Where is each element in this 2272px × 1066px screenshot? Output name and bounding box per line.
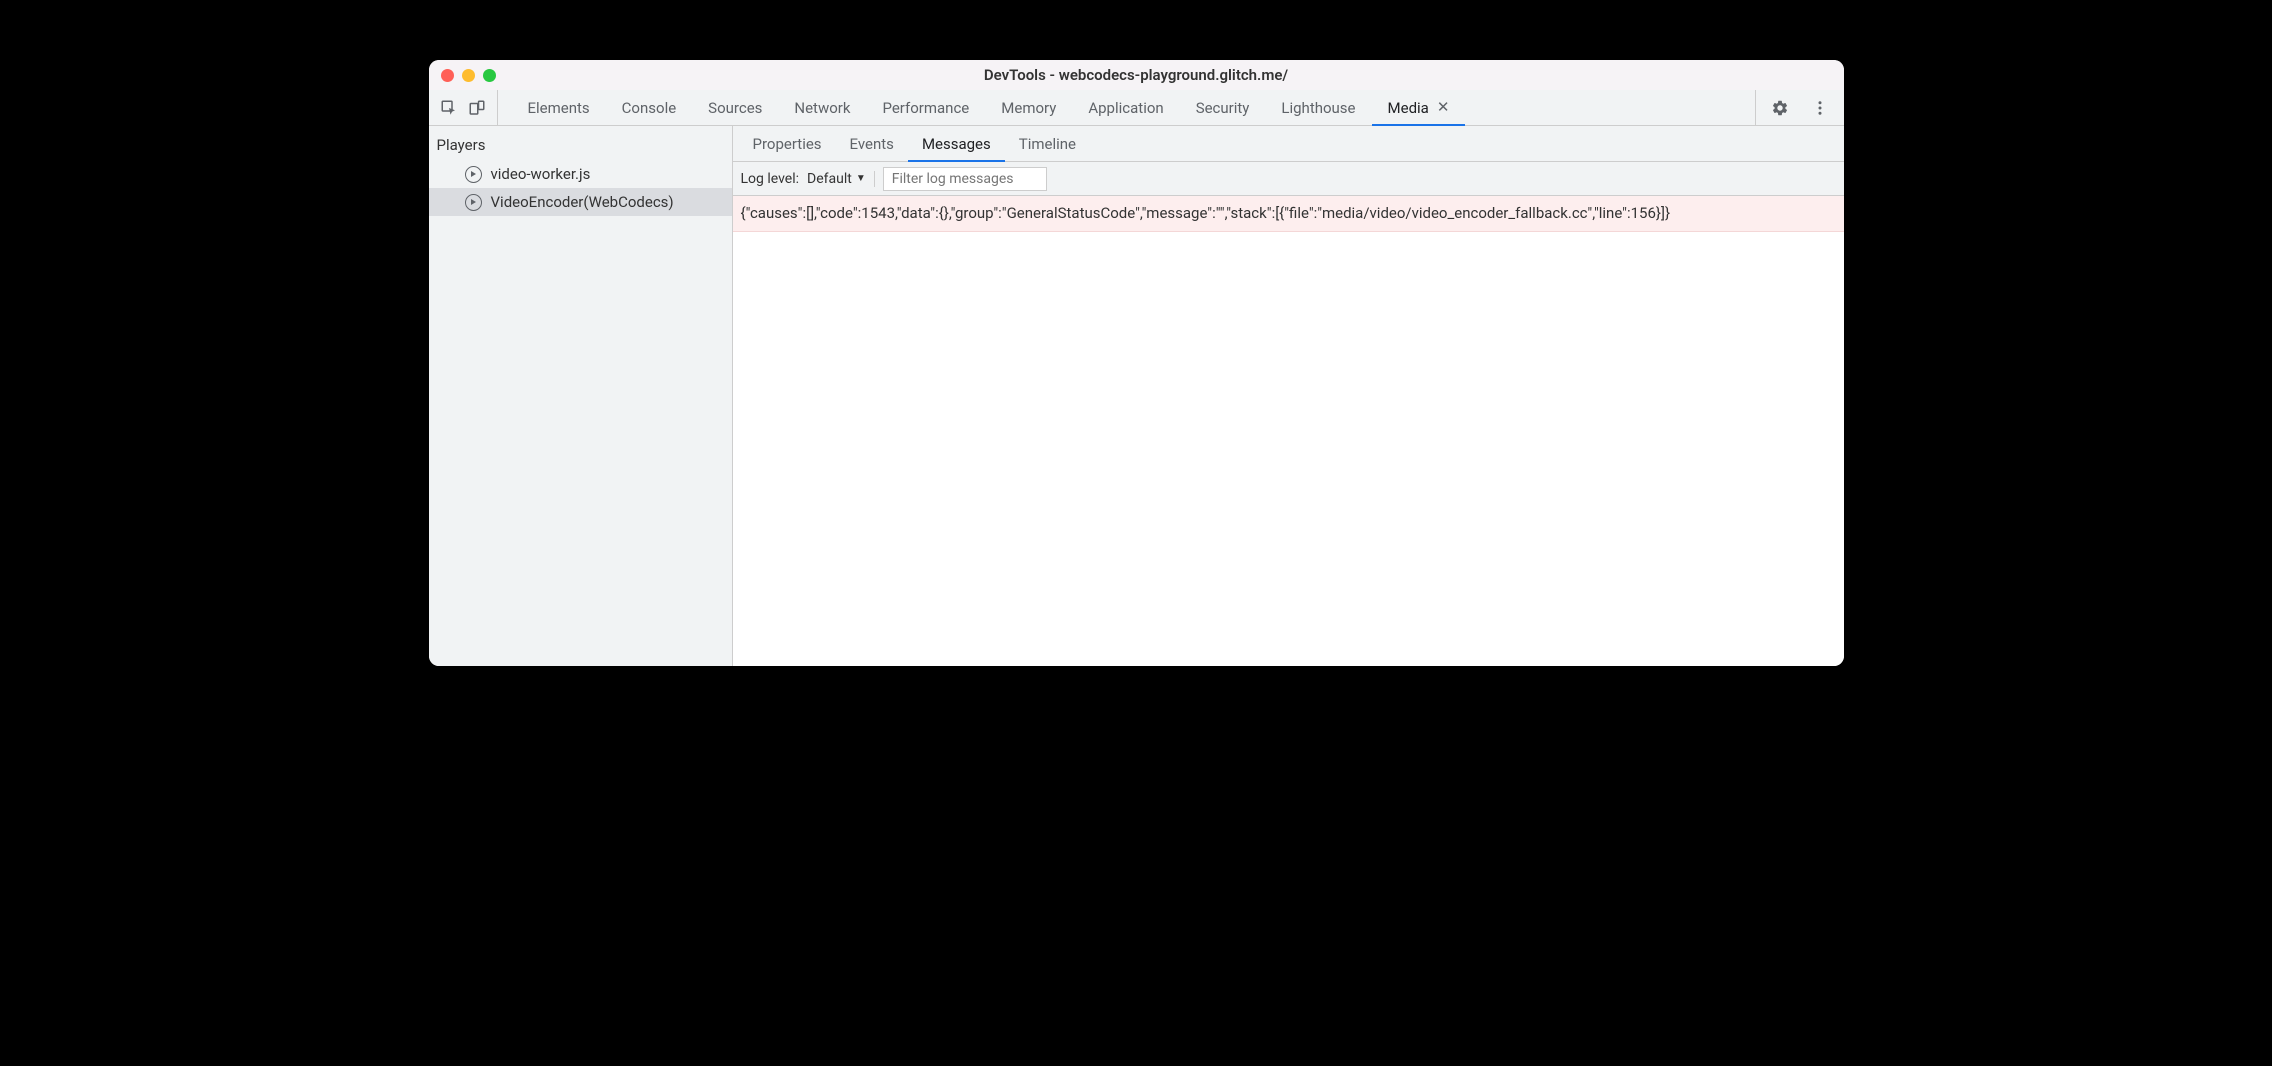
log-message[interactable]: {"causes":[],"code":1543,"data":{},"grou… [733,196,1844,232]
subtab-timeline[interactable]: Timeline [1005,126,1090,161]
player-item-label: video-worker.js [491,165,591,183]
player-item[interactable]: VideoEncoder(WebCodecs) [429,188,732,216]
panel-tab-memory[interactable]: Memory [985,90,1072,125]
subtab-events[interactable]: Events [836,126,908,161]
player-item[interactable]: video-worker.js [429,160,732,188]
device-toolbar-button[interactable] [463,94,491,122]
panel-tab-elements[interactable]: Elements [512,90,606,125]
subtabs: PropertiesEventsMessagesTimeline [733,126,1844,162]
log-level-value: Default [807,171,852,187]
devtools-window: DevTools - webcodecs-playground.glitch.m… [429,60,1844,666]
tab-label: Media [1388,99,1429,117]
traffic-lights [441,69,496,82]
inspect-element-button[interactable] [435,94,463,122]
subtab-messages[interactable]: Messages [908,126,1005,161]
toolbar-left-group [429,90,498,125]
panel-tabs: Elements Console Sources Network Performance… [512,90,1755,125]
play-icon [465,166,482,183]
tab-label: Memory [1001,99,1056,117]
zoom-window-button[interactable] [483,69,496,82]
tab-label: Sources [708,99,762,117]
panel-tab-sources[interactable]: Sources [692,90,778,125]
player-item-label: VideoEncoder(WebCodecs) [491,193,674,211]
panel-tab-application[interactable]: Application [1072,90,1179,125]
sidebar-header: Players [429,126,732,160]
tab-label: Application [1088,99,1163,117]
tab-label: Elements [528,99,590,117]
main-toolbar: Elements Console Sources Network Performance… [429,90,1844,126]
tab-label: Security [1196,99,1250,117]
filter-bar: Log level: Default ▼ [733,162,1844,196]
log-level-label: Log level: [741,171,800,187]
tab-label: Lighthouse [1281,99,1355,117]
messages-area: {"causes":[],"code":1543,"data":{},"grou… [733,196,1844,666]
tab-label: Console [622,99,677,117]
main-area: Players video-worker.js VideoEncoder(WebC… [429,126,1844,666]
players-sidebar: Players video-worker.js VideoEncoder(WebC… [429,126,733,666]
tab-label: Performance [882,99,969,117]
close-window-button[interactable] [441,69,454,82]
panel-tab-media[interactable]: Media ✕ [1372,90,1466,125]
filter-input[interactable] [883,167,1047,191]
minimize-window-button[interactable] [462,69,475,82]
close-icon[interactable]: ✕ [1437,100,1450,115]
subtab-properties[interactable]: Properties [739,126,836,161]
panel-tab-performance[interactable]: Performance [866,90,985,125]
window-title: DevTools - webcodecs-playground.glitch.m… [429,66,1844,84]
toolbar-right-group [1755,90,1844,125]
chevron-down-icon: ▼ [856,173,866,184]
log-level-dropdown[interactable]: Default ▼ [807,171,875,187]
panel-tab-lighthouse[interactable]: Lighthouse [1265,90,1371,125]
panel-tab-network[interactable]: Network [778,90,866,125]
more-options-button[interactable] [1806,94,1834,122]
panel-tab-security[interactable]: Security [1180,90,1266,125]
play-icon [465,194,482,211]
settings-button[interactable] [1766,94,1794,122]
window-titlebar: DevTools - webcodecs-playground.glitch.m… [429,60,1844,90]
panel-tab-console[interactable]: Console [606,90,693,125]
content-pane: PropertiesEventsMessagesTimeline Log lev… [733,126,1844,666]
tab-label: Network [794,99,850,117]
